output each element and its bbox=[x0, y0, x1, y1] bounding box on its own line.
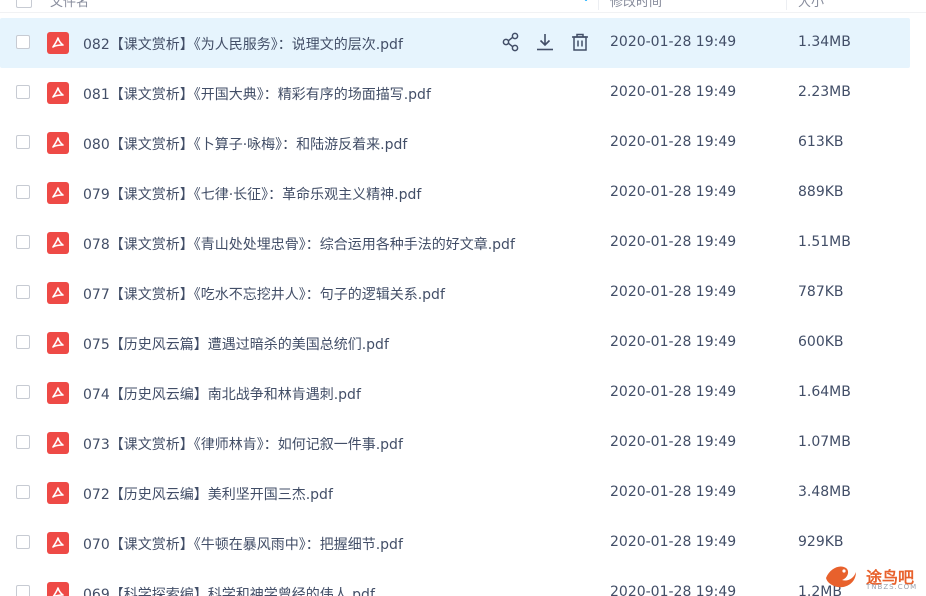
file-row[interactable]: 070【课文赏析】《牛顿在暴风雨中》：把握细节.pdf 2020-01-28 1… bbox=[0, 518, 910, 568]
sort-arrow-icon[interactable]: ↓ bbox=[581, 0, 591, 4]
file-row[interactable]: 079【课文赏析】《七律·长征》：革命乐观主义精神.pdf 2020-01-28… bbox=[0, 168, 910, 218]
column-divider bbox=[598, 0, 599, 10]
column-divider bbox=[786, 0, 787, 10]
pdf-file-icon bbox=[47, 82, 69, 104]
column-header-name[interactable]: 文件名 bbox=[50, 0, 89, 10]
file-name[interactable]: 075【历史风云篇】遭遇过暗杀的美国总统们.pdf bbox=[83, 334, 389, 354]
watermark-subtext: TNBZS.COM bbox=[866, 583, 918, 591]
row-checkbox[interactable] bbox=[16, 185, 30, 199]
file-name[interactable]: 074【历史风云编】南北战争和林肯遇刺.pdf bbox=[83, 384, 361, 404]
pdf-file-icon bbox=[47, 532, 69, 554]
file-name[interactable]: 080【课文赏析】《卜算子·咏梅》：和陆游反着来.pdf bbox=[83, 134, 407, 154]
pdf-file-icon bbox=[47, 332, 69, 354]
file-row[interactable]: 074【历史风云编】南北战争和林肯遇刺.pdf 2020-01-28 19:49… bbox=[0, 368, 910, 418]
row-checkbox[interactable] bbox=[16, 35, 30, 49]
row-checkbox[interactable] bbox=[16, 85, 30, 99]
file-name[interactable]: 072【历史风云编】美利坚开国三杰.pdf bbox=[83, 484, 333, 504]
file-size: 3.48MB bbox=[798, 484, 851, 500]
file-modified-time: 2020-01-28 19:49 bbox=[610, 484, 737, 500]
file-size: 1.64MB bbox=[798, 384, 851, 400]
pdf-file-icon bbox=[47, 582, 69, 596]
row-checkbox[interactable] bbox=[16, 585, 30, 596]
file-row[interactable]: 072【历史风云编】美利坚开国三杰.pdf 2020-01-28 19:49 3… bbox=[0, 468, 910, 518]
file-rows: 082【课文赏析】《为人民服务》：说理文的层次.pdf 2020-01-28 1… bbox=[0, 18, 926, 596]
file-name[interactable]: 079【课文赏析】《七律·长征》：革命乐观主义精神.pdf bbox=[83, 184, 421, 204]
row-checkbox[interactable] bbox=[16, 235, 30, 249]
pdf-file-icon bbox=[47, 232, 69, 254]
file-modified-time: 2020-01-28 19:49 bbox=[610, 134, 737, 150]
share-icon[interactable] bbox=[500, 31, 522, 53]
file-row[interactable]: 069【科学探索编】科学和神学曾经的伟人.pdf 2020-01-28 19:4… bbox=[0, 568, 910, 596]
file-modified-time: 2020-01-28 19:49 bbox=[610, 584, 737, 596]
file-modified-time: 2020-01-28 19:49 bbox=[610, 34, 737, 50]
row-checkbox[interactable] bbox=[16, 385, 30, 399]
row-checkbox[interactable] bbox=[16, 485, 30, 499]
file-modified-time: 2020-01-28 19:49 bbox=[610, 184, 737, 200]
file-modified-time: 2020-01-28 19:49 bbox=[610, 84, 737, 100]
file-list-header: 文件名 ↓ 修改时间 大小 bbox=[0, 0, 926, 13]
row-actions bbox=[500, 31, 592, 53]
file-row[interactable]: 081【课文赏析】《开国大典》：精彩有序的场面描写.pdf 2020-01-28… bbox=[0, 68, 910, 118]
file-row[interactable]: 075【历史风云篇】遭遇过暗杀的美国总统们.pdf 2020-01-28 19:… bbox=[0, 318, 910, 368]
file-size: 1.07MB bbox=[798, 434, 851, 450]
file-row[interactable]: 082【课文赏析】《为人民服务》：说理文的层次.pdf 2020-01-28 1… bbox=[0, 18, 910, 68]
file-row[interactable]: 077【课文赏析】《吃水不忘挖井人》：句子的逻辑关系.pdf 2020-01-2… bbox=[0, 268, 910, 318]
row-checkbox[interactable] bbox=[16, 335, 30, 349]
file-name[interactable]: 070【课文赏析】《牛顿在暴风雨中》：把握细节.pdf bbox=[83, 534, 403, 554]
file-size: 613KB bbox=[798, 134, 844, 150]
pdf-file-icon bbox=[47, 32, 69, 54]
file-name[interactable]: 082【课文赏析】《为人民服务》：说理文的层次.pdf bbox=[83, 34, 403, 54]
row-checkbox[interactable] bbox=[16, 435, 30, 449]
bird-logo-icon bbox=[826, 566, 856, 588]
file-row[interactable]: 078【课文赏析】《青山处处埋忠骨》：综合运用各种手法的好文章.pdf 2020… bbox=[0, 218, 910, 268]
file-size: 787KB bbox=[798, 284, 844, 300]
download-icon[interactable] bbox=[534, 31, 556, 53]
pdf-file-icon bbox=[47, 382, 69, 404]
file-size: 929KB bbox=[798, 534, 844, 550]
select-all-checkbox[interactable] bbox=[16, 0, 32, 8]
file-modified-time: 2020-01-28 19:49 bbox=[610, 284, 737, 300]
file-modified-time: 2020-01-28 19:49 bbox=[610, 234, 737, 250]
row-checkbox[interactable] bbox=[16, 285, 30, 299]
pdf-file-icon bbox=[47, 132, 69, 154]
file-name[interactable]: 069【科学探索编】科学和神学曾经的伟人.pdf bbox=[83, 584, 375, 596]
file-size: 600KB bbox=[798, 334, 844, 350]
file-size: 1.51MB bbox=[798, 234, 851, 250]
row-checkbox[interactable] bbox=[16, 135, 30, 149]
file-name[interactable]: 073【课文赏析】《律师林肯》：如何记叙一件事.pdf bbox=[83, 434, 403, 454]
file-modified-time: 2020-01-28 19:49 bbox=[610, 334, 737, 350]
pdf-file-icon bbox=[47, 282, 69, 304]
pdf-file-icon bbox=[47, 482, 69, 504]
delete-icon[interactable] bbox=[569, 31, 591, 53]
file-modified-time: 2020-01-28 19:49 bbox=[610, 434, 737, 450]
file-row[interactable]: 073【课文赏析】《律师林肯》：如何记叙一件事.pdf 2020-01-28 1… bbox=[0, 418, 910, 468]
file-size: 2.23MB bbox=[798, 84, 851, 100]
file-name[interactable]: 077【课文赏析】《吃水不忘挖井人》：句子的逻辑关系.pdf bbox=[83, 284, 445, 304]
file-size: 889KB bbox=[798, 184, 844, 200]
file-modified-time: 2020-01-28 19:49 bbox=[610, 384, 737, 400]
pdf-file-icon bbox=[47, 182, 69, 204]
file-name[interactable]: 081【课文赏析】《开国大典》：精彩有序的场面描写.pdf bbox=[83, 84, 431, 104]
site-watermark: 途鸟吧 TNBZS.COM bbox=[822, 558, 922, 594]
row-checkbox[interactable] bbox=[16, 535, 30, 549]
file-modified-time: 2020-01-28 19:49 bbox=[610, 534, 737, 550]
file-size: 1.34MB bbox=[798, 34, 851, 50]
column-header-size[interactable]: 大小 bbox=[798, 0, 824, 10]
file-list-view: 文件名 ↓ 修改时间 大小 082【课文赏析】《为人民服务》：说理文的层次.pd… bbox=[0, 0, 926, 596]
pdf-file-icon bbox=[47, 432, 69, 454]
column-header-time[interactable]: 修改时间 bbox=[610, 0, 662, 10]
file-row[interactable]: 080【课文赏析】《卜算子·咏梅》：和陆游反着来.pdf 2020-01-28 … bbox=[0, 118, 910, 168]
file-name[interactable]: 078【课文赏析】《青山处处埋忠骨》：综合运用各种手法的好文章.pdf bbox=[83, 234, 515, 254]
